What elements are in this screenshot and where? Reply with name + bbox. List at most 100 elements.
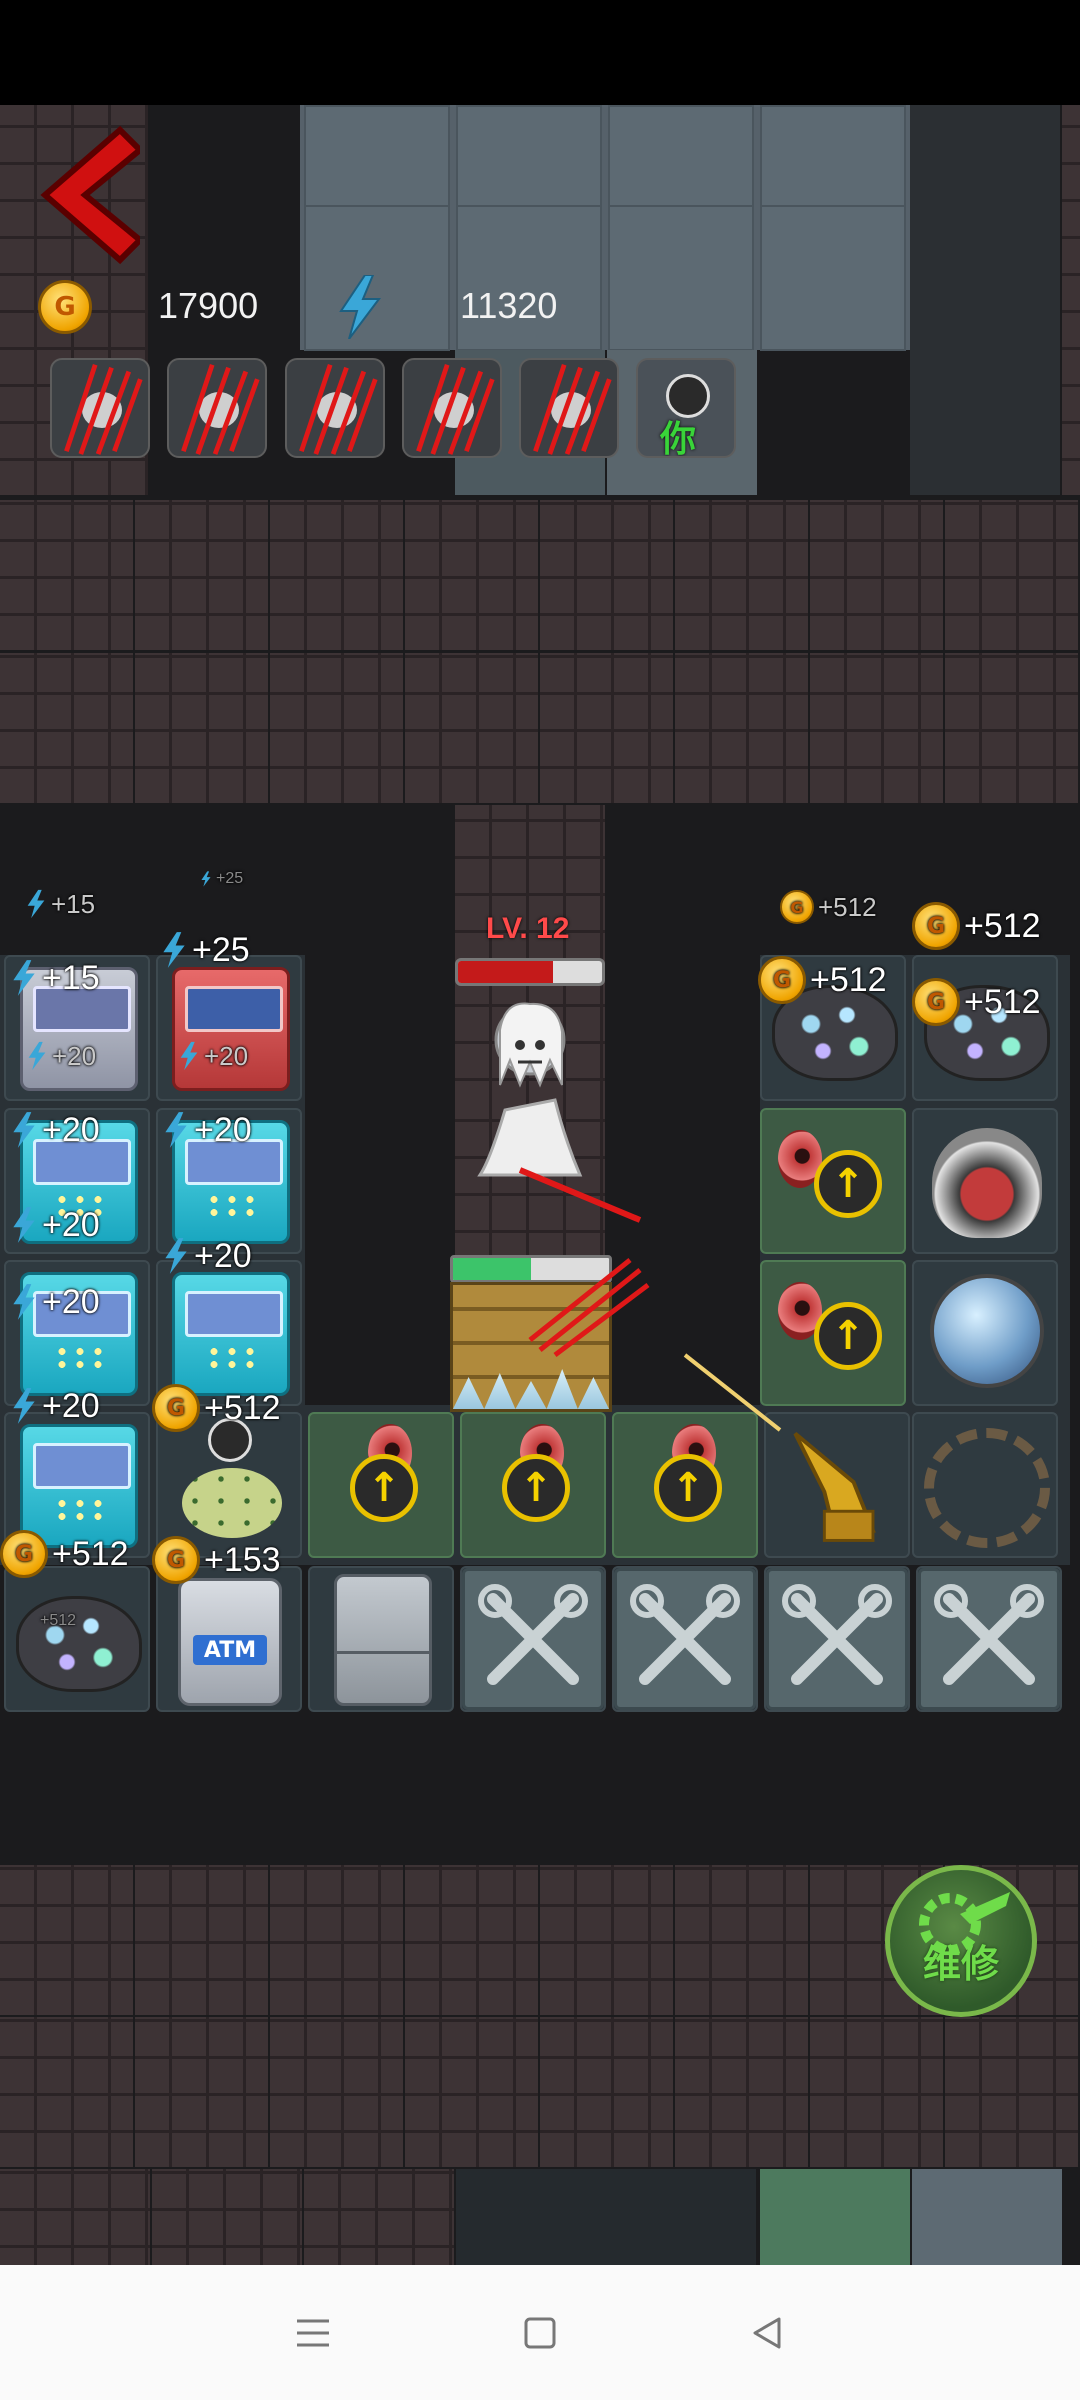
wrench-icon [934,1584,1044,1685]
energy-rate-label: +15 [25,888,95,920]
player-slot-ghost[interactable] [285,358,385,458]
home-button[interactable] [510,2303,570,2363]
gold-rate-label: G +512 [152,1384,281,1432]
energy-rate-label: +25 [200,870,243,888]
home-square-icon [524,2317,556,2348]
floor-row [0,500,1080,650]
upgrade-slot[interactable]: ↑ [460,1412,606,1558]
enemy-level: LV. 12 [486,912,570,945]
thorns-icon [924,1428,1050,1548]
system-nav-bar [0,2265,1080,2400]
energy-bolt-icon [180,1041,198,1071]
upgrade-arrow-icon: ↑ [654,1454,722,1522]
helmet-icon [932,1128,1042,1238]
wrench-icon [782,1584,892,1685]
wrench-icon [630,1584,740,1685]
upgrade-arrow-icon: ↑ [350,1454,418,1522]
energy-bolt-icon [165,1238,187,1274]
back-button[interactable] [40,125,145,265]
lightning-orb[interactable] [912,1260,1058,1406]
floor-row [0,2169,1080,2265]
player-slot-ghost[interactable] [167,358,267,458]
player-slot-you[interactable]: 你 [636,358,736,458]
back-arrow-icon [40,125,145,265]
gold-coin-icon: G [0,1530,48,1578]
menu-icon [297,2319,330,2346]
gold-coin-icon: G [38,280,92,334]
crystal-ore[interactable] [4,1566,150,1712]
gold-rate-label: G +153 [152,1536,281,1584]
ghost-enemy-icon[interactable] [470,990,590,1180]
floor-row [0,653,1080,803]
energy-bolt-icon [13,1207,35,1243]
repair-slot[interactable] [916,1566,1062,1712]
slash-effect-icon [518,1167,650,1357]
energy-rate-label: +20 [10,1110,100,1150]
arcade-machine[interactable] [156,955,302,1101]
you-label: 你 [660,419,697,458]
energy-value: 11320 [460,285,558,326]
player-slot-ghost[interactable] [50,358,150,458]
claw-mark-icon [533,364,612,455]
gold-coin-icon: G [152,1536,200,1584]
back-triangle-icon [753,2317,781,2348]
energy-rate-label: +20 [10,1386,100,1426]
upgrade-arrow-icon: ↑ [502,1454,570,1522]
back-nav-button[interactable] [737,2303,797,2363]
energy-rate-label: +20 [26,1040,96,1072]
gold-rate-label: G +512 [912,902,1041,950]
thorn-trap[interactable] [912,1412,1058,1558]
crystal-ore-icon [16,1596,142,1692]
floor-row [0,2017,1080,2167]
upgrade-slot[interactable]: ↑ [760,1108,906,1254]
gold-coin-icon: G [152,1384,200,1432]
gold-value: 17900 [158,285,259,326]
repair-slot[interactable] [612,1566,758,1712]
fridge[interactable] [308,1566,454,1712]
lightning-orb-icon [930,1274,1044,1388]
energy-bolt-icon [163,932,185,968]
energy-rate-label: +20 [162,1110,252,1150]
energy-bolt-icon [201,871,211,887]
gold-coin-icon: G [780,890,814,924]
bullet-trail-icon [683,1353,782,1432]
energy-bolt-icon [27,889,45,919]
energy-rate-label: +25 [160,930,250,970]
player-slot-ghost[interactable] [402,358,502,458]
upgrade-slot[interactable]: ↑ [308,1412,454,1558]
gold-coin-icon: G [758,956,806,1004]
gold-rate-label: G +512 [0,1530,129,1578]
energy-rate-label: +20 [10,1205,100,1245]
energy-bolt-icon [28,1041,46,1071]
atm-machine[interactable]: ATM [156,1566,302,1712]
energy-bolt-icon [13,1284,35,1320]
energy-bolt-icon [13,960,35,996]
gold-rate-label: G +512 [912,978,1041,1026]
repair-slot[interactable] [764,1566,910,1712]
claw-mark-icon [64,364,143,455]
fridge-icon [334,1574,432,1706]
atm-icon: ATM [178,1578,282,1706]
repair-button[interactable]: 维修 [885,1865,1037,2017]
energy-bolt-icon [165,1112,187,1148]
gold-rate-label: G +512 [758,956,887,1004]
upgrade-arrow-icon: ↑ [814,1150,882,1218]
energy-rate-label: +20 [10,1282,100,1322]
arcade-machine-icon [172,1272,290,1396]
repair-slot[interactable] [460,1566,606,1712]
energy-bolt-icon [13,1388,35,1424]
claw-mark-icon [181,364,260,455]
energy-rate-label: +15 [10,958,100,998]
menu-button[interactable] [283,2303,343,2363]
upgrade-arrow-icon: ↑ [814,1302,882,1370]
crystal-ore[interactable] [912,955,1058,1101]
claw-mark-icon [416,364,495,455]
energy-bolt-icon [339,275,381,339]
helmet-turret[interactable] [912,1108,1058,1254]
gold-rate-label: +512 [40,1612,77,1629]
energy-rate-label: +20 [178,1040,248,1072]
arcade-machine-icon [172,967,290,1091]
player-slot-ghost[interactable] [519,358,619,458]
bed-icon [182,1468,282,1538]
enemy-hp-fill [458,961,554,983]
